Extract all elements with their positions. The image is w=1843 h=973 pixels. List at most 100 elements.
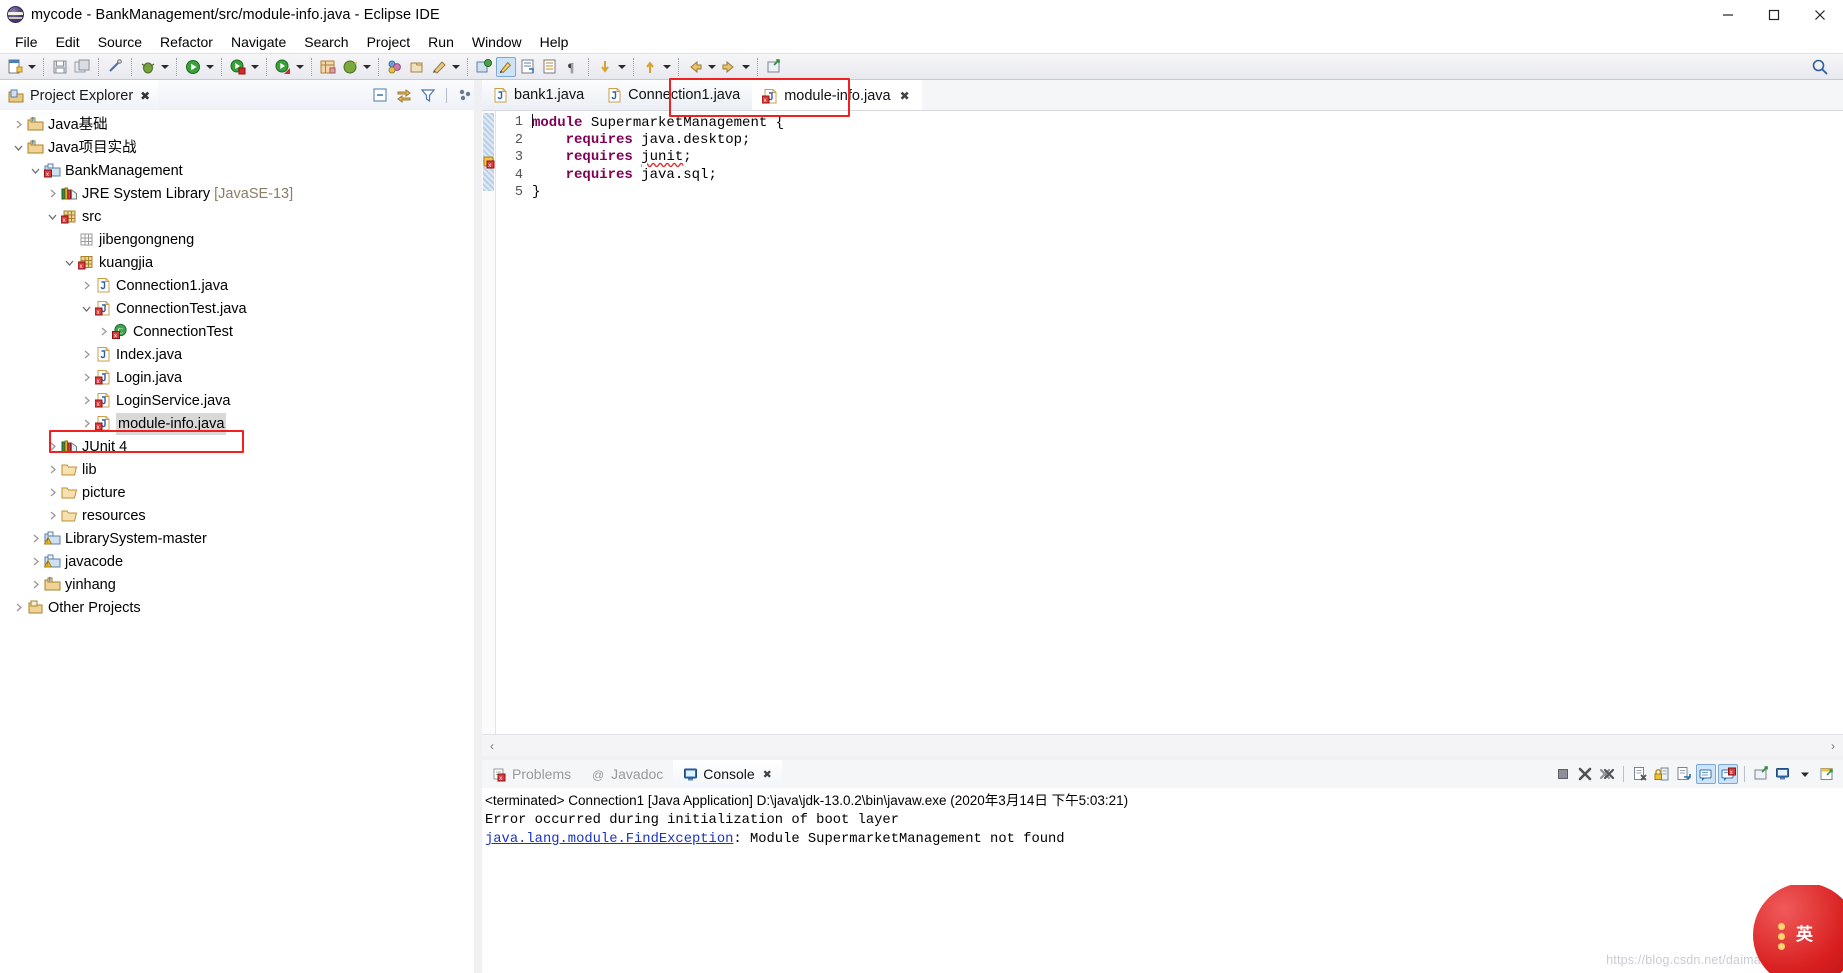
menu-refactor[interactable]: Refactor [151,32,222,52]
menu-file[interactable]: File [6,32,47,52]
minimize-icon[interactable] [1705,0,1751,30]
editor-tab-connection1.java[interactable]: Connection1.java [596,80,753,110]
refresh-dropdown-icon[interactable] [361,57,372,77]
maximize-icon[interactable] [1751,0,1797,30]
tree-item-junit4[interactable]: JUnit 4 [0,435,482,458]
editor-marker-bar[interactable]: x [482,111,496,734]
back-dropdown-icon[interactable] [706,57,717,77]
editor-tab-bank1.java[interactable]: bank1.java [482,80,597,110]
exception-link[interactable]: java.lang.module.FindException [485,832,733,847]
pin-console-icon[interactable] [1696,764,1716,784]
run-last-tool-icon[interactable] [228,57,248,77]
view-filter-icon[interactable] [419,86,437,104]
new-wizard-icon[interactable] [5,57,25,77]
clear-console-icon[interactable] [1630,764,1650,784]
tree-twisty-expanded[interactable] [61,255,77,271]
tree-item-otherprojects[interactable]: Other Projects [0,596,482,619]
open-task-icon[interactable] [518,57,538,77]
menu-project[interactable]: Project [358,32,420,52]
tree-item-java[interactable]: Java项目实战 [0,136,482,159]
tree-twisty-collapsed[interactable] [44,462,60,478]
coverage-icon[interactable] [273,57,293,77]
previous-annotation-dropdown-icon[interactable] [661,57,672,77]
tree-item-connectiontest[interactable]: Cx ConnectionTest [0,320,482,343]
new-annotation-icon[interactable] [429,57,449,77]
tree-item-librarysystem-master[interactable]: ! LibrarySystem-master [0,527,482,550]
console-output[interactable]: <terminated> Connection1 [Java Applicati… [482,788,1843,973]
tree-twisty-collapsed[interactable] [78,393,94,409]
forward-dropdown-icon[interactable] [740,57,751,77]
code-line[interactable]: requires junit; [532,149,1843,167]
tree-item-picture[interactable]: picture [0,481,482,504]
menu-source[interactable]: Source [89,32,151,52]
menu-help[interactable]: Help [531,32,578,52]
next-annotation-dropdown-icon[interactable] [616,57,627,77]
coverage-dropdown-icon[interactable] [294,57,305,77]
code-line[interactable]: module SupermarketManagement { [532,114,1843,132]
remove-all-launches-icon[interactable] [1597,764,1617,784]
code-line[interactable]: requires java.desktop; [532,132,1843,150]
terminate-icon[interactable] [1553,764,1573,784]
highlight-icon[interactable] [496,56,516,77]
tree-twisty-expanded[interactable] [78,301,94,317]
tab-problems[interactable]: x Problems [482,760,581,788]
new-console-view-icon[interactable] [1773,764,1793,784]
menu-run[interactable]: Run [419,32,463,52]
refresh-icon[interactable] [340,57,360,77]
menu-search[interactable]: Search [295,32,357,52]
tree-item-module-info.java[interactable]: x module-info.java [0,412,482,435]
minimize-icon[interactable] [1817,764,1837,784]
tree-item-loginservice.java[interactable]: x LoginService.java [0,389,482,412]
display-selected-console-icon[interactable]: x [1718,764,1738,784]
tree-item-java[interactable]: Java基础 [0,113,482,136]
tree-twisty-expanded[interactable] [27,163,43,179]
remove-launch-icon[interactable] [1575,764,1595,784]
close-icon[interactable]: ✖ [900,89,910,103]
run-icon[interactable] [183,57,203,77]
tree-item-bankmanagement[interactable]: x BankManagement [0,159,482,182]
code-line[interactable]: } [532,184,1843,202]
new-annotation-dropdown-icon[interactable] [450,57,461,77]
tree-twisty-collapsed[interactable] [78,416,94,432]
new-package-icon[interactable] [385,57,405,77]
tree-twisty-expanded[interactable] [10,140,26,156]
tree-twisty-expanded[interactable] [44,209,60,225]
tree-twisty-collapsed[interactable] [78,347,94,363]
search-icon[interactable] [1811,58,1829,76]
editor-tab-module-info.java[interactable]: x module-info.java ✖ [752,80,922,110]
tree-item-index.java[interactable]: Index.java [0,343,482,366]
tree-item-login.java[interactable]: x Login.java [0,366,482,389]
debug-icon[interactable] [138,57,158,77]
close-icon[interactable]: ✖ [763,768,772,781]
tree-twisty-collapsed[interactable] [78,370,94,386]
next-annotation-icon[interactable] [595,57,615,77]
tree-twisty-collapsed[interactable] [10,600,26,616]
previous-annotation-icon[interactable] [640,57,660,77]
code-editor[interactable]: x 1 2 3 4 5 module SupermarketManagement { r… [482,110,1843,756]
code-content[interactable]: module SupermarketManagement { requires … [532,111,1843,734]
tree-twisty-collapsed[interactable] [44,439,60,455]
scroll-left-arrow[interactable]: ‹ [490,739,494,753]
new-wizard-dropdown-icon[interactable] [26,57,37,77]
explorer-editor-sash[interactable] [474,80,482,973]
editor-horizontal-scrollbar[interactable]: ‹ › [482,734,1843,756]
view-menu-icon[interactable] [456,86,474,104]
close-icon[interactable]: ✖ [140,89,150,103]
back-icon[interactable] [685,57,705,77]
forward-icon[interactable] [719,57,739,77]
new-java-project-icon[interactable] [318,57,338,77]
tab-console[interactable]: Console ✖ [673,760,782,788]
tree-item-kuangjia[interactable]: x kuangjia [0,251,482,274]
console-menu-icon[interactable] [1795,764,1815,784]
print-icon[interactable] [105,57,125,77]
tree-twisty-collapsed[interactable] [44,186,60,202]
scroll-right-arrow[interactable]: › [1831,739,1835,753]
tree-item-resources[interactable]: resources [0,504,482,527]
run-last-tool-dropdown-icon[interactable] [249,57,260,77]
tree-twisty-collapsed[interactable] [27,531,43,547]
open-type-icon[interactable] [474,57,494,77]
menu-navigate[interactable]: Navigate [222,32,295,52]
tree-twisty-collapsed[interactable] [44,508,60,524]
tree-item-javacode[interactable]: ! javacode [0,550,482,573]
display-selected-icon[interactable] [540,57,560,77]
